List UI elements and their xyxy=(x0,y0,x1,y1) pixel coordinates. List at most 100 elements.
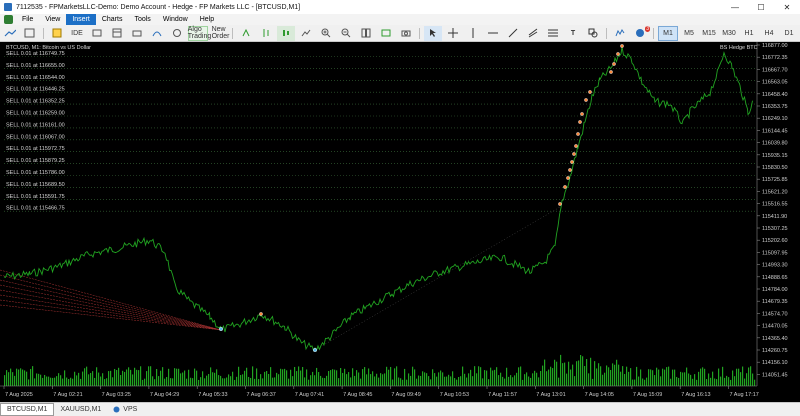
line-chart-icon[interactable] xyxy=(297,26,315,41)
sell-trade-marker[interactable] xyxy=(576,132,580,136)
candlestick-icon[interactable] xyxy=(277,25,295,41)
volume-bar xyxy=(82,371,84,386)
volume-bar xyxy=(592,378,594,386)
sell-trade-marker[interactable] xyxy=(616,52,620,56)
volume-bar xyxy=(230,376,232,386)
volume-bar xyxy=(348,372,350,386)
signals-icon[interactable] xyxy=(148,26,166,41)
menu-window[interactable]: Window xyxy=(157,14,194,25)
fibonacci-icon[interactable] xyxy=(544,26,562,41)
close-button[interactable]: ✕ xyxy=(774,0,800,14)
menu-view[interactable]: View xyxy=(39,14,66,25)
chart-area[interactable]: BTCUSD, M1: Bitcoin vs US Dollar BS Hedg… xyxy=(0,42,800,402)
menu-bar: File View Insert Charts Tools Window Hel… xyxy=(0,14,800,25)
volume-bar xyxy=(258,379,260,386)
buy-trade-marker[interactable] xyxy=(313,348,318,353)
volume-bar xyxy=(112,377,114,386)
price-axis-label: 115411.90 xyxy=(762,214,787,220)
sell-trade-marker[interactable] xyxy=(558,202,562,206)
buy-trade-marker[interactable] xyxy=(218,327,223,332)
minimize-button[interactable]: — xyxy=(722,0,748,14)
volume-bar xyxy=(204,378,206,386)
time-axis-label: 7 Aug 09:49 xyxy=(391,392,420,398)
shapes-icon[interactable] xyxy=(584,26,602,41)
volume-bar xyxy=(358,372,360,386)
order-label: SELL 0.01 at 115591.75 xyxy=(6,194,65,200)
sell-trade-marker[interactable] xyxy=(609,70,613,74)
price-axis-label: 116772.35 xyxy=(762,55,788,61)
volume-bar xyxy=(336,370,338,386)
maximize-button[interactable]: ☐ xyxy=(748,0,774,14)
volume-bar xyxy=(528,376,530,386)
trend-line-icon[interactable] xyxy=(504,26,522,41)
volume-bar xyxy=(642,378,644,386)
notifications-icon[interactable]: 3 xyxy=(631,25,650,41)
sell-trade-marker[interactable] xyxy=(568,168,572,172)
zoom-in-icon[interactable] xyxy=(317,26,335,41)
market-watch-icon[interactable] xyxy=(48,26,66,41)
screenshot-icon[interactable] xyxy=(397,26,415,41)
sell-trade-marker[interactable] xyxy=(620,44,624,48)
ide-button[interactable]: IDE xyxy=(68,26,86,41)
data-window-icon[interactable] xyxy=(88,26,106,41)
toolbox-icon[interactable] xyxy=(128,26,146,41)
price-axis-label: 115202.60 xyxy=(762,238,788,244)
sell-trade-marker[interactable] xyxy=(572,152,576,156)
menu-insert[interactable]: Insert xyxy=(66,14,96,25)
timeframe-m1[interactable]: M1 xyxy=(658,25,678,41)
sell-trade-marker[interactable] xyxy=(612,62,616,66)
tab-vps[interactable]: VPS xyxy=(107,404,143,415)
timeframe-h1[interactable]: H1 xyxy=(740,27,758,40)
sell-trade-marker[interactable] xyxy=(574,144,578,148)
strategy-tester-icon[interactable] xyxy=(168,26,186,41)
bar-chart-icon[interactable] xyxy=(257,26,275,41)
channel-icon[interactable] xyxy=(524,26,542,41)
volume-bar xyxy=(580,355,582,386)
sell-trade-marker[interactable] xyxy=(566,176,570,180)
algo-trading-button[interactable]: Algo Trading xyxy=(188,25,211,41)
navigator-icon[interactable] xyxy=(108,26,126,41)
volume-bar xyxy=(750,366,752,386)
sell-trade-marker[interactable] xyxy=(570,160,574,164)
timeframe-m30[interactable]: M30 xyxy=(720,27,738,40)
sell-trade-marker[interactable] xyxy=(584,98,588,102)
time-axis-label: 7 Aug 08:45 xyxy=(343,392,372,398)
zoom-out-icon[interactable] xyxy=(337,26,355,41)
volume-bar xyxy=(706,379,708,386)
indicators-icon[interactable] xyxy=(611,26,629,41)
menu-file[interactable]: File xyxy=(16,14,39,25)
tab-btcusd[interactable]: BTCUSD,M1 xyxy=(0,403,55,416)
volume-bar xyxy=(136,369,138,386)
chart-shift-icon[interactable] xyxy=(377,26,395,41)
menu-charts[interactable]: Charts xyxy=(96,14,129,25)
menu-help[interactable]: Help xyxy=(194,14,220,25)
buy-sell-icon[interactable] xyxy=(237,26,255,41)
timeframe-m15[interactable]: M15 xyxy=(700,27,718,40)
volume-bar xyxy=(218,375,220,386)
volume-bar xyxy=(682,372,684,386)
vertical-line-icon[interactable] xyxy=(464,26,482,41)
volume-bar xyxy=(54,377,56,386)
sell-trade-marker[interactable] xyxy=(578,120,582,124)
new-chart-icon[interactable] xyxy=(1,26,19,41)
crosshair-icon[interactable] xyxy=(444,26,462,41)
sell-trade-marker[interactable] xyxy=(259,312,263,316)
sell-trade-marker[interactable] xyxy=(563,185,567,189)
menu-tools[interactable]: Tools xyxy=(128,14,156,25)
horizontal-line-icon[interactable] xyxy=(484,26,502,41)
price-chart[interactable]: BTCUSD, M1: Bitcoin vs US Dollar BS Hedg… xyxy=(0,42,800,402)
profiles-icon[interactable] xyxy=(21,26,39,41)
timeframe-h4[interactable]: H4 xyxy=(760,27,778,40)
timeframe-m5[interactable]: M5 xyxy=(680,27,698,40)
new-order-button[interactable]: New Order xyxy=(210,26,230,40)
tab-xauusd[interactable]: XAUUSD,M1 xyxy=(54,404,107,415)
volume-bar xyxy=(26,371,28,386)
sell-trade-marker[interactable] xyxy=(588,90,592,94)
cursor-icon[interactable] xyxy=(424,25,442,41)
timeframe-d1[interactable]: D1 xyxy=(780,27,798,40)
text-icon[interactable]: T xyxy=(564,26,582,41)
volume-bar xyxy=(152,376,154,386)
volume-bar xyxy=(224,378,226,386)
tile-windows-icon[interactable] xyxy=(357,26,375,41)
sell-trade-marker[interactable] xyxy=(580,112,584,116)
